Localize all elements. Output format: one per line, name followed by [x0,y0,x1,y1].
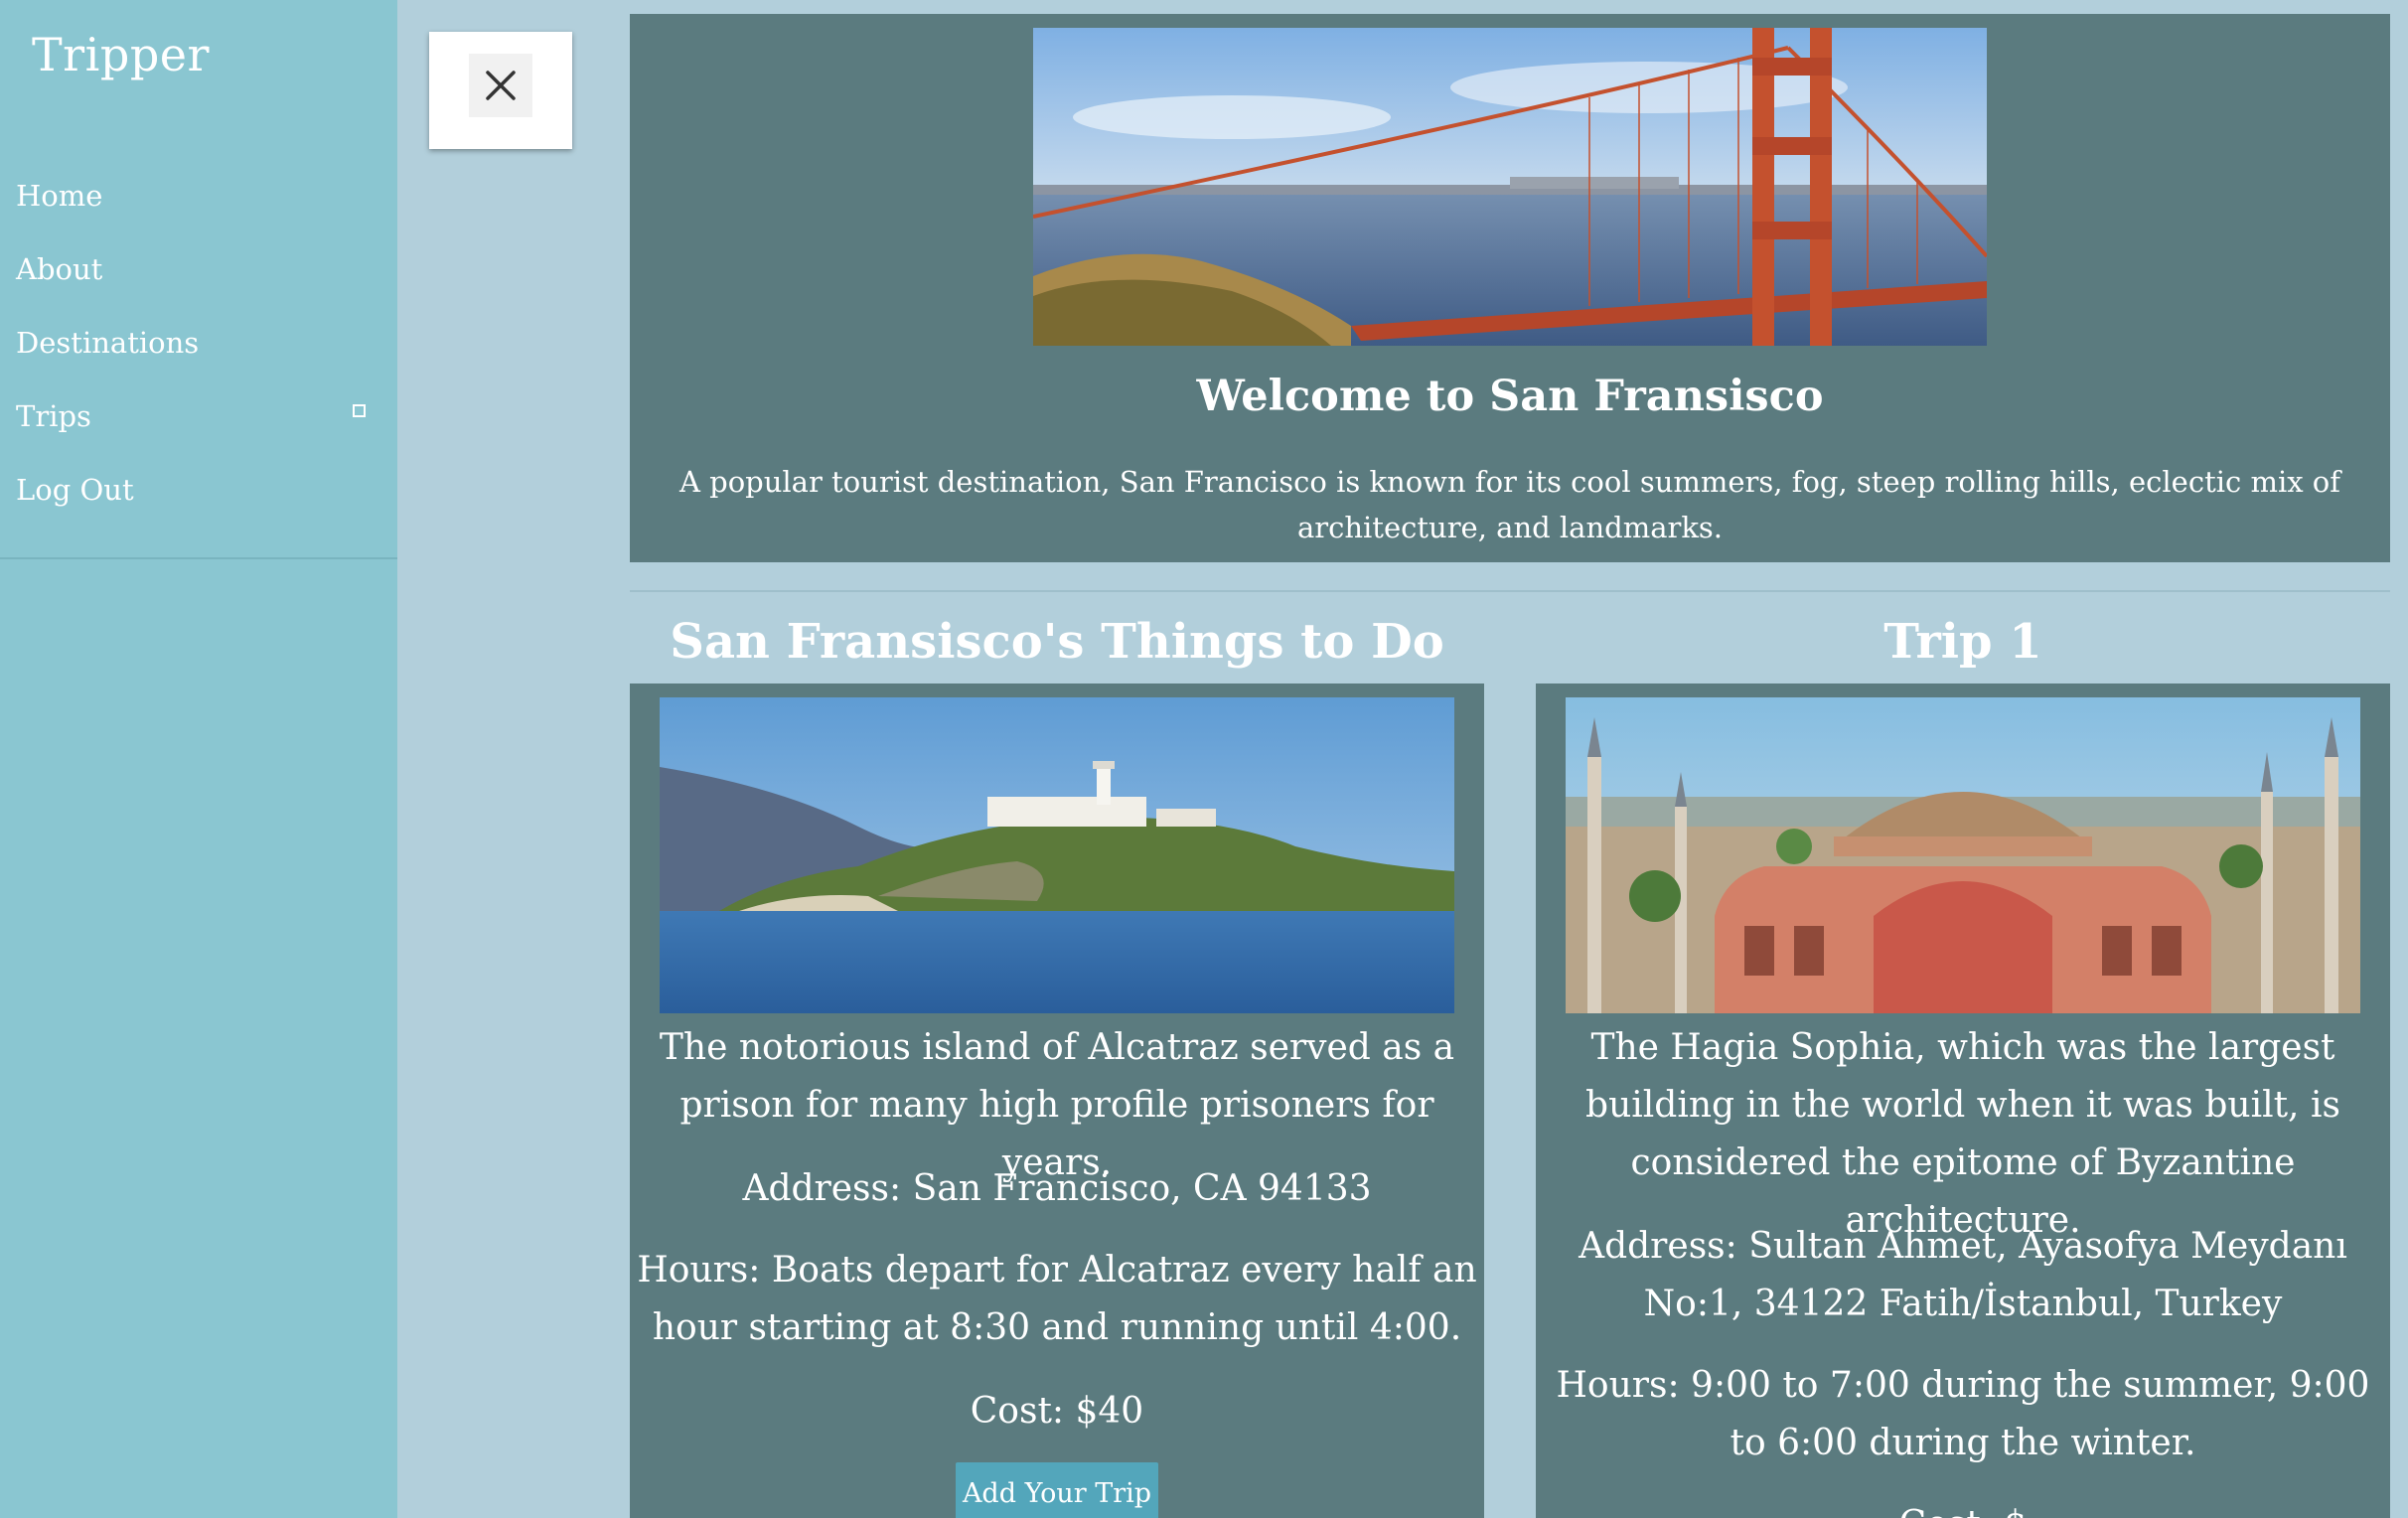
dropdown-indicator-icon [353,404,366,417]
attraction-hours: Hours: Boats depart for Alcatraz every h… [637,1250,1477,1348]
hagia-sophia-image [1566,697,2360,1013]
attraction-cost: Cost: $40 [970,1391,1144,1432]
trip-title: Trip 1 [1883,614,2042,670]
sidebar-item-destinations[interactable]: Destinations [0,306,397,380]
sidebar-nav: Home About Destinations Trips Log Out [0,159,397,527]
trip-card: The Hagia Sophia, which was the largest … [1536,683,2390,1518]
sidebar-item-trips[interactable]: Trips [0,380,397,453]
hero-description: A popular tourist destination, San Franc… [678,465,2341,544]
alcatraz-image [660,697,1454,1013]
close-panel [429,32,572,149]
sidebar-item-home[interactable]: Home [0,159,397,232]
attraction-address: Address: San Francisco, CA 94133 [742,1168,1372,1209]
sidebar-divider [0,557,397,559]
attraction-card: The notorious island of Alcatraz served … [630,683,1484,1518]
sidebar-item-logout[interactable]: Log Out [0,453,397,527]
sidebar: Tripper Home About Destinations Trips Lo… [0,0,397,1518]
section-divider [630,590,2390,592]
trip-hours: Hours: 9:00 to 7:00 during the summer, 9… [1556,1365,2370,1463]
close-icon [486,71,516,100]
golden-gate-bridge-image [1033,28,1987,346]
trip-cost: Cost: $ [1536,1496,2390,1518]
hero-banner: Welcome to San Fransisco A popular touri… [630,14,2390,562]
close-button[interactable] [469,54,532,117]
hero-title: Welcome to San Fransisco [1196,372,1824,421]
add-your-trip-button[interactable]: Add Your Trip [956,1462,1158,1518]
sidebar-item-label: Home [16,179,103,213]
sidebar-item-label: Destinations [16,326,200,360]
trip-address: Address: Sultan Ahmet, Ayasofya Meydanı … [1579,1226,2347,1324]
sidebar-item-label: Log Out [16,473,134,507]
sidebar-item-label: Trips [16,399,91,433]
brand-logo[interactable]: Tripper [32,28,210,81]
sidebar-item-label: About [16,252,103,286]
sidebar-item-about[interactable]: About [0,232,397,306]
trip-description: The Hagia Sophia, which was the largest … [1585,1027,2340,1241]
page: Tripper Home About Destinations Trips Lo… [0,0,2408,1518]
things-to-do-title: San Fransisco's Things to Do [670,614,1444,670]
